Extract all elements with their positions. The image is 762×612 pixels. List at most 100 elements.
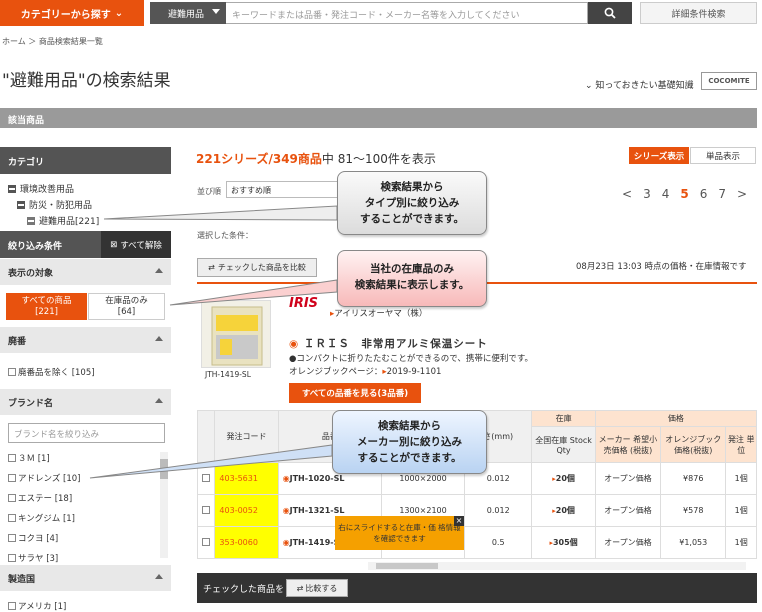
maker-link[interactable]: ▸アイリスオーヤマ（株） bbox=[330, 307, 427, 319]
order-code-link[interactable]: 403-5631 bbox=[214, 462, 279, 495]
pagination: < 3 4 5 6 7 > bbox=[622, 187, 747, 201]
product-name[interactable]: ◉ ＩＲＩＳ 非常用アルミ保温シート bbox=[289, 336, 488, 351]
compare-checked-button[interactable]: ⇄ チェックした商品を比較 bbox=[197, 258, 317, 277]
brand-checkbox[interactable]: ３Ｍ [1] bbox=[8, 452, 50, 464]
search-input[interactable]: キーワードまたは品番・発注コード・メーカー名等を入力してください bbox=[226, 2, 588, 24]
page-link[interactable]: 7 bbox=[718, 187, 726, 201]
tree-item-environment[interactable]: 環境改善用品 bbox=[8, 182, 74, 195]
tree-label: 環境改善用品 bbox=[20, 185, 75, 195]
ob-price-cell: ¥1,053 bbox=[660, 526, 727, 559]
row-checkbox[interactable] bbox=[196, 462, 216, 495]
close-icon[interactable]: × bbox=[454, 516, 464, 526]
brand-checkbox[interactable]: アドレンズ [10] bbox=[8, 472, 80, 484]
page-link[interactable]: 3 bbox=[643, 187, 651, 201]
product-image-code: JTH-1419-SL bbox=[205, 370, 251, 379]
breadcrumb[interactable]: ホーム ＞ 商品検索結果一覧 bbox=[2, 36, 103, 47]
search-button[interactable] bbox=[588, 2, 632, 24]
product-image[interactable] bbox=[201, 300, 271, 368]
discontinued-header[interactable]: 廃番 bbox=[0, 327, 171, 353]
tree-item-disaster[interactable]: 防災・防犯用品 bbox=[17, 198, 92, 211]
all-products-label: すべての商品 bbox=[21, 296, 72, 306]
callout-stock-filter: 当社の在庫品のみ 検索結果に表示します。 bbox=[337, 250, 487, 307]
callout-line: メーカー別に絞り込み bbox=[357, 436, 462, 448]
table-scroll-thumb[interactable] bbox=[376, 563, 438, 569]
single-view-toggle[interactable]: 単品表示 bbox=[690, 147, 756, 164]
next-page-link[interactable]: > bbox=[737, 187, 747, 201]
in-stock-tab[interactable]: 在庫品のみ [64] bbox=[88, 293, 165, 320]
list-price-cell: オープン価格 bbox=[594, 526, 662, 559]
tree-item-evacuation[interactable]: 避難用品[221] bbox=[27, 214, 99, 227]
brand-checkbox[interactable]: エステー [18] bbox=[8, 492, 72, 504]
prev-page-link[interactable]: < bbox=[622, 187, 632, 201]
section-bar: 該当商品 bbox=[0, 108, 757, 128]
maker-name: アイリスオーヤマ（株） bbox=[334, 309, 428, 319]
row-checkbox[interactable] bbox=[196, 526, 216, 559]
compare-label: チェックした商品を比較 bbox=[217, 263, 306, 272]
compare-icon: ⇄ bbox=[208, 263, 215, 272]
stock-cell: ▸20個 bbox=[531, 494, 596, 527]
brand-checkbox[interactable]: サラヤ [3] bbox=[8, 552, 58, 564]
list-price-cell: オープン価格 bbox=[594, 462, 662, 495]
thickness-cell: 0.5 bbox=[463, 526, 533, 559]
product-name-text: ＩＲＩＳ 非常用アルミ保温シート bbox=[303, 338, 488, 350]
country-header[interactable]: 製造国 bbox=[0, 565, 171, 591]
series-view-toggle[interactable]: シリーズ表示 bbox=[629, 147, 689, 164]
table-group-price: 価格 bbox=[594, 410, 758, 427]
order-code-link[interactable]: 353-0060 bbox=[214, 526, 279, 559]
advanced-search-button[interactable]: 詳細条件検索 bbox=[640, 2, 757, 24]
clear-all-button[interactable]: ⊠ すべて解除 bbox=[101, 231, 171, 258]
country-checkbox[interactable]: アメリカ [1] bbox=[8, 600, 66, 612]
brand-option: キングジム [1] bbox=[18, 514, 75, 524]
dropdown-arrow-icon bbox=[212, 9, 220, 14]
clear-all-label: すべて解除 bbox=[120, 240, 162, 251]
search-category-select[interactable]: 避難用品 bbox=[150, 2, 226, 24]
brand-option: ３Ｍ [1] bbox=[18, 454, 50, 464]
cocomite-logo[interactable]: COCOMITE bbox=[701, 72, 757, 90]
display-target-header[interactable]: 表示の対象 bbox=[0, 259, 171, 285]
product-description: ●コンパクトに折りたたむことができるので、携帯に便利です。 bbox=[289, 354, 534, 364]
row-checkbox[interactable] bbox=[196, 494, 216, 527]
thickness-cell: 0.012 bbox=[463, 494, 533, 527]
brand-filter-input[interactable]: ブランド名を絞り込み bbox=[8, 423, 165, 443]
ob-price-cell: ¥578 bbox=[660, 494, 727, 527]
table-row: 403-0052 ◉JTH-1321-SL 1300×2100 0.012 ▸2… bbox=[196, 494, 757, 527]
brand-scroll-thumb[interactable] bbox=[160, 459, 168, 479]
close-box-icon: ⊠ bbox=[110, 239, 118, 250]
view-all-items-button[interactable]: すべての品番を見る(3品番) bbox=[289, 383, 421, 403]
stock-text: 20個 bbox=[555, 506, 575, 515]
page-link[interactable]: 4 bbox=[662, 187, 670, 201]
exclude-discontinued-checkbox[interactable]: 廃番品を除く [105] bbox=[8, 366, 95, 378]
chevron-down-icon: ⌄ bbox=[114, 7, 124, 19]
all-products-tab[interactable]: すべての商品 [221] bbox=[6, 293, 87, 320]
brand-option: サラヤ [3] bbox=[18, 554, 59, 564]
country-label: 製造国 bbox=[8, 575, 36, 585]
table-row: 353-0060 ◉JTH-1419-SL 0.5 ▸305個 オープン価格 ¥… bbox=[196, 526, 757, 559]
display-target-label: 表示の対象 bbox=[8, 269, 54, 279]
orange-book-label: オレンジブックページ： bbox=[289, 367, 383, 377]
bottom-compare-button[interactable]: ⇄ 比較する bbox=[286, 579, 348, 597]
brand-header[interactable]: ブランド名 bbox=[0, 389, 171, 415]
checkbox-icon bbox=[202, 473, 211, 482]
country-option: アメリカ [1] bbox=[18, 602, 67, 612]
table-header-unit: 発注 単位 bbox=[725, 426, 757, 463]
callout-line: 検索結果に表示します。 bbox=[354, 279, 470, 291]
search-icon bbox=[604, 7, 616, 19]
compare-icon: ⇄ bbox=[296, 583, 304, 593]
caret-up-icon bbox=[155, 268, 163, 273]
callout-maker-filter: 検索結果から メーカー別に絞り込み することができます。 bbox=[332, 410, 487, 474]
page-link[interactable]: 6 bbox=[700, 187, 708, 201]
brand-checkbox[interactable]: コクヨ [4] bbox=[8, 532, 58, 544]
circle-arrow-icon: ◉ bbox=[282, 506, 290, 515]
callout-line: することができます。 bbox=[357, 452, 462, 464]
order-code-link[interactable]: 403-0052 bbox=[214, 494, 279, 527]
brand-checkbox[interactable]: キングジム [1] bbox=[8, 512, 75, 524]
tree-label: 避難用品[221] bbox=[39, 217, 100, 227]
category-button[interactable]: カテゴリーから探す ⌄ bbox=[0, 0, 144, 26]
orange-book-page: オレンジブックページ：▸2019-9-1101 bbox=[289, 365, 441, 377]
brand-option: アドレンズ [10] bbox=[18, 474, 81, 484]
search-category-value: 避難用品 bbox=[168, 9, 205, 20]
orange-book-page-link[interactable]: 2019-9-1101 bbox=[387, 367, 442, 377]
knowledge-link[interactable]: ⌄ 知っておきたい基礎知識 bbox=[585, 78, 694, 91]
table-header-ob-price: オレンジブック 価格(税抜) bbox=[660, 426, 727, 463]
filter-header: 絞り込み条件 bbox=[0, 231, 101, 258]
